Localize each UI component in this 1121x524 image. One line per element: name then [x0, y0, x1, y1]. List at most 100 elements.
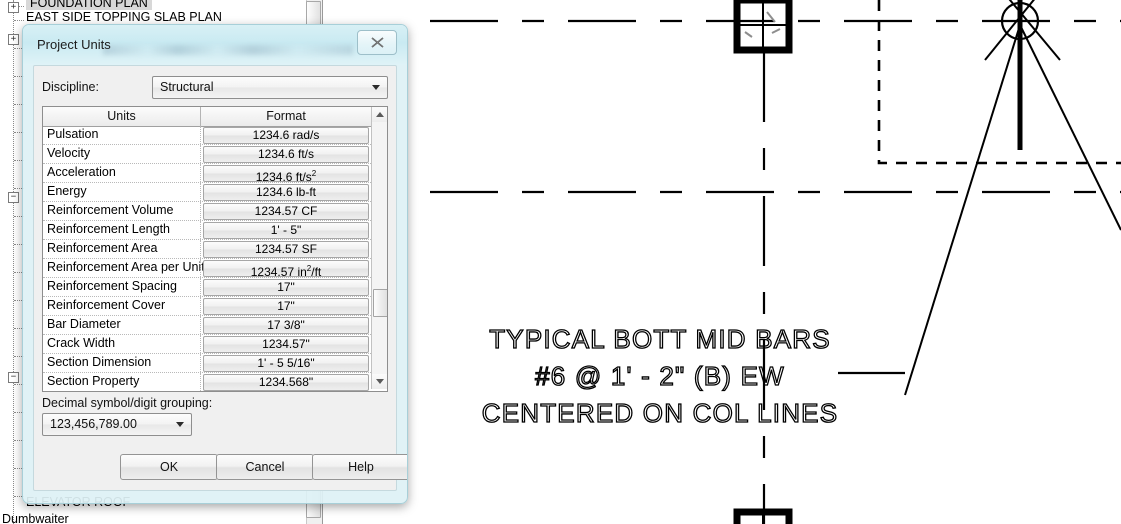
format-value-button[interactable]: 1234.57 CF — [203, 203, 369, 220]
table-row[interactable]: Section Property 1234.568" — [43, 373, 371, 391]
unit-name-cell: Section Property — [47, 374, 140, 388]
triangle-up-icon — [375, 112, 384, 117]
units-format-table[interactable]: Units Format Pulsation 1234.6 rad/s Veloci… — [42, 106, 388, 392]
table-row[interactable]: Reinforcement Length 1' - 5" — [43, 221, 371, 240]
discipline-label: Discipline: — [42, 80, 99, 94]
blurred-background-ribbon — [103, 45, 353, 55]
table-row[interactable]: Reinforcement Area 1234.57 SF — [43, 240, 371, 259]
tree-connector-rail — [13, 0, 14, 524]
dashed-region-boundary — [877, 0, 1121, 165]
row-column-divider — [200, 373, 201, 391]
annotation-line-1: TYPICAL BOTT MID BARS — [489, 324, 831, 354]
format-value-button[interactable]: 1' - 5 5/16" — [203, 355, 369, 372]
format-value-button[interactable]: 17" — [203, 279, 369, 296]
format-value-button[interactable]: 1234.6 rad/s — [203, 127, 369, 144]
format-value-button[interactable]: 1234.57 SF — [203, 241, 369, 258]
row-column-divider — [200, 240, 201, 258]
tree-item-label: Dumbwaiter — [2, 512, 69, 524]
row-column-divider — [200, 202, 201, 220]
unit-name-cell: Pulsation — [47, 127, 99, 141]
scroll-down-button[interactable] — [372, 374, 387, 389]
close-x-glyph — [370, 37, 384, 48]
ok-button[interactable]: OK — [120, 454, 218, 480]
column-symbol-bottom — [733, 508, 793, 524]
discipline-select[interactable]: Structural — [152, 76, 388, 99]
unit-name-cell: Crack Width — [47, 336, 116, 350]
tree-collapse-toggle[interactable]: − — [8, 192, 19, 203]
scrollbar-thumb[interactable] — [373, 289, 387, 317]
scroll-up-button[interactable] — [372, 107, 387, 122]
table-row[interactable]: Section Dimension 1' - 5 5/16" — [43, 354, 371, 373]
discipline-row: Discipline: Structural — [42, 76, 388, 99]
table-row[interactable]: Bar Diameter 17 3/8" — [43, 316, 371, 335]
cancel-button[interactable]: Cancel — [216, 454, 314, 480]
decimal-grouping-value: 123,456,789.00 — [50, 417, 137, 431]
decimal-grouping-select[interactable]: 123,456,789.00 — [42, 413, 192, 436]
close-icon[interactable] — [357, 30, 397, 55]
annotation-line-3: CENTERED ON COL LINES — [482, 398, 839, 428]
format-value-button[interactable]: 17 3/8" — [203, 317, 369, 334]
unit-name-cell: Acceleration — [47, 165, 116, 179]
triangle-down-icon — [375, 379, 384, 384]
row-column-divider — [200, 126, 201, 144]
discipline-value: Structural — [160, 80, 214, 94]
annotation-line-2: #6 @ 1' - 2" (B) EW — [535, 361, 785, 391]
format-value-button[interactable]: 17" — [203, 298, 369, 315]
unit-name-cell: Reinforcement Volume — [47, 203, 174, 217]
format-value-button[interactable]: 1234.57 in2/ft — [203, 260, 369, 279]
tree-connector-tick — [14, 20, 24, 21]
tree-expand-toggle[interactable]: + — [8, 34, 19, 45]
table-row[interactable]: Acceleration 1234.6 ft/s2 — [43, 164, 371, 184]
unit-name-cell: Bar Diameter — [47, 317, 121, 331]
table-row[interactable]: Reinforcement Area per Unit 1234.57 in2/f… — [43, 259, 371, 279]
table-row[interactable]: Pulsation 1234.6 rad/s — [43, 126, 371, 145]
table-row[interactable]: Crack Width 1234.57" — [43, 335, 371, 354]
unit-name-cell: Reinforcement Area — [47, 241, 158, 255]
annotation-text-group: TYPICAL BOTT MID BARS #6 @ 1' - 2" (B) E… — [481, 323, 839, 428]
dialog-title: Project Units — [37, 37, 111, 52]
row-column-divider — [200, 221, 201, 239]
dialog-title-bar[interactable]: Project Units — [23, 25, 407, 65]
format-value-button[interactable]: 1234.6 lb-ft — [203, 184, 369, 201]
decimal-grouping-label: Decimal symbol/digit grouping: — [42, 396, 213, 410]
tree-item-label: EAST SIDE TOPPING SLAB PLAN — [26, 10, 222, 24]
column-header-format[interactable]: Format — [201, 107, 371, 126]
tree-collapse-toggle[interactable]: − — [8, 372, 19, 383]
units-table-scrollbar[interactable] — [371, 107, 387, 389]
format-value-button[interactable]: 1234.6 ft/s2 — [203, 165, 369, 184]
row-column-divider — [200, 259, 201, 277]
format-value-button[interactable]: 1234.57" — [203, 336, 369, 353]
dialog-content: Discipline: Structural Units Format Puls… — [33, 65, 407, 491]
row-column-divider — [200, 145, 201, 163]
table-row[interactable]: Reinforcement Volume 1234.57 CF — [43, 202, 371, 221]
tree-item-dumbwaiter[interactable]: Dumbwaiter — [2, 512, 69, 524]
column-header-units[interactable]: Units — [43, 107, 200, 126]
scrollbar-thumb[interactable] — [306, 1, 321, 25]
tree-expand-toggle[interactable]: + — [8, 2, 19, 13]
help-button[interactable]: Help — [312, 454, 407, 480]
chevron-down-icon — [372, 85, 380, 90]
unit-name-cell: Section Dimension — [47, 355, 152, 369]
format-value-button[interactable]: 1' - 5" — [203, 222, 369, 239]
chevron-down-icon — [176, 422, 184, 427]
format-value-button[interactable]: 1234.6 ft/s — [203, 146, 369, 163]
unit-name-cell: Energy — [47, 184, 87, 198]
tree-item-label: FOUNDATION PLAN — [30, 0, 148, 10]
unit-name-cell: Reinforcement Area per Unit — [47, 260, 205, 274]
row-column-divider — [200, 316, 201, 334]
unit-name-cell: Reinforcement Cover — [47, 298, 166, 312]
dialog-button-row: OK Cancel Help — [34, 454, 407, 480]
tree-item-east-side-topping-slab-plan[interactable]: EAST SIDE TOPPING SLAB PLAN — [26, 10, 222, 24]
table-row[interactable]: Reinforcement Cover 17" — [43, 297, 371, 316]
row-column-divider — [200, 354, 201, 372]
row-column-divider — [200, 164, 201, 182]
unit-name-cell: Velocity — [47, 146, 91, 160]
table-row[interactable]: Velocity 1234.6 ft/s — [43, 145, 371, 164]
table-header-row: Units Format — [43, 107, 371, 127]
row-column-divider — [200, 183, 201, 201]
table-row[interactable]: Energy 1234.6 lb-ft — [43, 183, 371, 202]
tree-item-foundation-plan[interactable]: FOUNDATION PLAN — [26, 0, 152, 10]
project-units-dialog[interactable]: Project Units Discipline: Structural Uni… — [22, 24, 408, 504]
table-row[interactable]: Reinforcement Spacing 17" — [43, 278, 371, 297]
format-value-button[interactable]: 1234.568" — [203, 374, 369, 391]
